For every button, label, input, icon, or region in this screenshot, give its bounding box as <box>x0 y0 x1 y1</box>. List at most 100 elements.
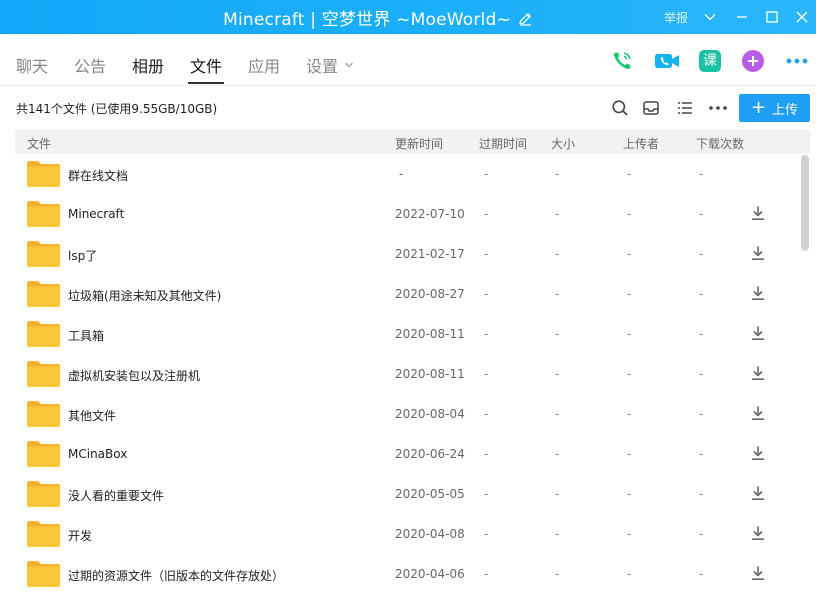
report-link[interactable]: 举报 <box>664 0 688 34</box>
minimize-icon[interactable] <box>732 7 752 27</box>
file-name[interactable]: 工具箱 <box>68 327 104 344</box>
cell-downloads: - <box>699 327 704 341</box>
table-row[interactable]: 过期的资源文件（旧版本的文件存放处） 2020-04-06 - - - - <box>15 554 798 594</box>
cell-expires: - <box>484 527 489 541</box>
file-name[interactable]: 群在线文档 <box>68 167 128 184</box>
tab-album[interactable]: 相册 <box>132 53 164 83</box>
file-name[interactable]: 垃圾箱(用途未知及其他文件) <box>68 287 221 304</box>
download-icon[interactable] <box>750 485 766 501</box>
file-name[interactable]: 其他文件 <box>68 407 116 424</box>
tab-apps[interactable]: 应用 <box>248 53 280 83</box>
file-name[interactable]: Minecraft <box>68 207 124 221</box>
download-icon[interactable] <box>750 525 766 541</box>
folder-icon <box>27 441 60 467</box>
cell-updated: 2020-04-06 <box>395 567 465 581</box>
search-icon[interactable] <box>610 98 630 118</box>
table-row[interactable]: Minecraft 2022-07-10 - - - - <box>15 194 798 234</box>
file-name[interactable]: 开发 <box>68 527 92 544</box>
download-icon[interactable] <box>750 405 766 421</box>
table-row[interactable]: 虚拟机安装包以及注册机 2020-08-11 - - - - <box>15 354 798 394</box>
list-view-icon[interactable] <box>675 98 695 118</box>
cell-updated: 2020-08-11 <box>395 327 465 341</box>
file-name[interactable]: 过期的资源文件（旧版本的文件存放处） <box>68 567 284 584</box>
storage-summary: 共141个文件 (已使用9.55GB/10GB) <box>16 102 218 116</box>
download-icon[interactable] <box>750 325 766 341</box>
cell-downloads: - <box>699 167 704 181</box>
table-row[interactable]: MCinaBox 2020-06-24 - - - - <box>15 434 798 474</box>
tab-settings[interactable]: 设置 <box>306 53 354 83</box>
course-icon[interactable]: 课 <box>699 50 721 72</box>
cell-size: - <box>555 407 560 421</box>
upload-button[interactable]: + 上传 <box>739 94 810 122</box>
phone-icon[interactable] <box>611 50 633 72</box>
cell-size: - <box>555 527 560 541</box>
scrollbar-thumb[interactable] <box>801 155 809 251</box>
file-name[interactable]: lsp了 <box>68 247 97 264</box>
header-updated[interactable]: 更新时间 <box>395 135 443 152</box>
cell-uploader: - <box>627 367 632 381</box>
cell-uploader: - <box>627 487 632 501</box>
title-bar: Minecraft | 空梦世界 ~MoeWorld~ 举报 <box>0 0 816 34</box>
chevron-down-icon[interactable] <box>700 7 720 27</box>
cell-uploader: - <box>627 207 632 221</box>
table-row[interactable]: 垃圾箱(用途未知及其他文件) 2020-08-27 - - - - <box>15 274 798 314</box>
folder-icon <box>27 361 60 387</box>
edit-icon[interactable] <box>517 11 533 27</box>
cell-uploader: - <box>627 567 632 581</box>
file-name[interactable]: MCinaBox <box>68 447 127 461</box>
cell-updated: - <box>399 167 404 181</box>
table-row[interactable]: 其他文件 2020-08-04 - - - - <box>15 394 798 434</box>
download-icon[interactable] <box>750 565 766 581</box>
cell-updated: 2021-02-17 <box>395 247 465 261</box>
cell-expires: - <box>484 287 489 301</box>
folder-icon <box>27 321 60 347</box>
cell-uploader: - <box>627 407 632 421</box>
upload-label: 上传 <box>772 102 799 118</box>
header-downloads[interactable]: 下载次数 <box>696 135 744 152</box>
cell-uploader: - <box>627 327 632 341</box>
table-row[interactable]: 群在线文档 - - - - - <box>15 154 798 194</box>
cell-updated: 2020-08-11 <box>395 367 465 381</box>
file-name[interactable]: 虚拟机安装包以及注册机 <box>68 367 200 384</box>
table-row[interactable]: 开发 2020-04-08 - - - - <box>15 514 798 554</box>
table-row[interactable]: 没人看的重要文件 2020-05-05 - - - - <box>15 474 798 514</box>
cell-uploader: - <box>627 527 632 541</box>
cell-updated: 2020-04-08 <box>395 527 465 541</box>
cell-size: - <box>555 167 560 181</box>
cell-size: - <box>555 247 560 261</box>
cell-expires: - <box>484 407 489 421</box>
download-icon[interactable] <box>750 365 766 381</box>
header-file[interactable]: 文件 <box>27 135 51 152</box>
maximize-icon[interactable] <box>762 7 782 27</box>
download-icon[interactable] <box>750 285 766 301</box>
table-row[interactable]: 工具箱 2020-08-11 - - - - <box>15 314 798 354</box>
tab-chat[interactable]: 聊天 <box>16 53 48 83</box>
plus-circle-icon[interactable] <box>742 50 764 72</box>
file-name[interactable]: 没人看的重要文件 <box>68 487 164 504</box>
cell-updated: 2020-08-04 <box>395 407 465 421</box>
download-icon[interactable] <box>750 445 766 461</box>
cell-downloads: - <box>699 287 704 301</box>
tab-settings-label: 设置 <box>306 57 339 76</box>
inbox-icon[interactable] <box>641 98 661 118</box>
tab-files[interactable]: 文件 <box>187 53 225 84</box>
cell-size: - <box>555 287 560 301</box>
more-dots-icon[interactable] <box>785 50 809 72</box>
download-icon[interactable] <box>750 205 766 221</box>
folder-icon <box>27 481 60 507</box>
more-options-icon[interactable] <box>708 98 728 118</box>
cell-uploader: - <box>627 167 632 181</box>
download-icon[interactable] <box>750 245 766 261</box>
close-icon[interactable] <box>792 7 812 27</box>
cell-uploader: - <box>627 447 632 461</box>
cell-updated: 2020-08-27 <box>395 287 465 301</box>
scrollbar[interactable] <box>800 154 810 592</box>
table-row[interactable]: lsp了 2021-02-17 - - - - <box>15 234 798 274</box>
tab-announcements[interactable]: 公告 <box>74 53 106 83</box>
header-size[interactable]: 大小 <box>551 135 575 152</box>
course-label: 课 <box>703 53 717 69</box>
header-expires[interactable]: 过期时间 <box>479 135 527 152</box>
header-uploader[interactable]: 上传者 <box>623 135 659 152</box>
video-camera-icon[interactable] <box>654 50 680 72</box>
folder-icon <box>27 161 60 187</box>
